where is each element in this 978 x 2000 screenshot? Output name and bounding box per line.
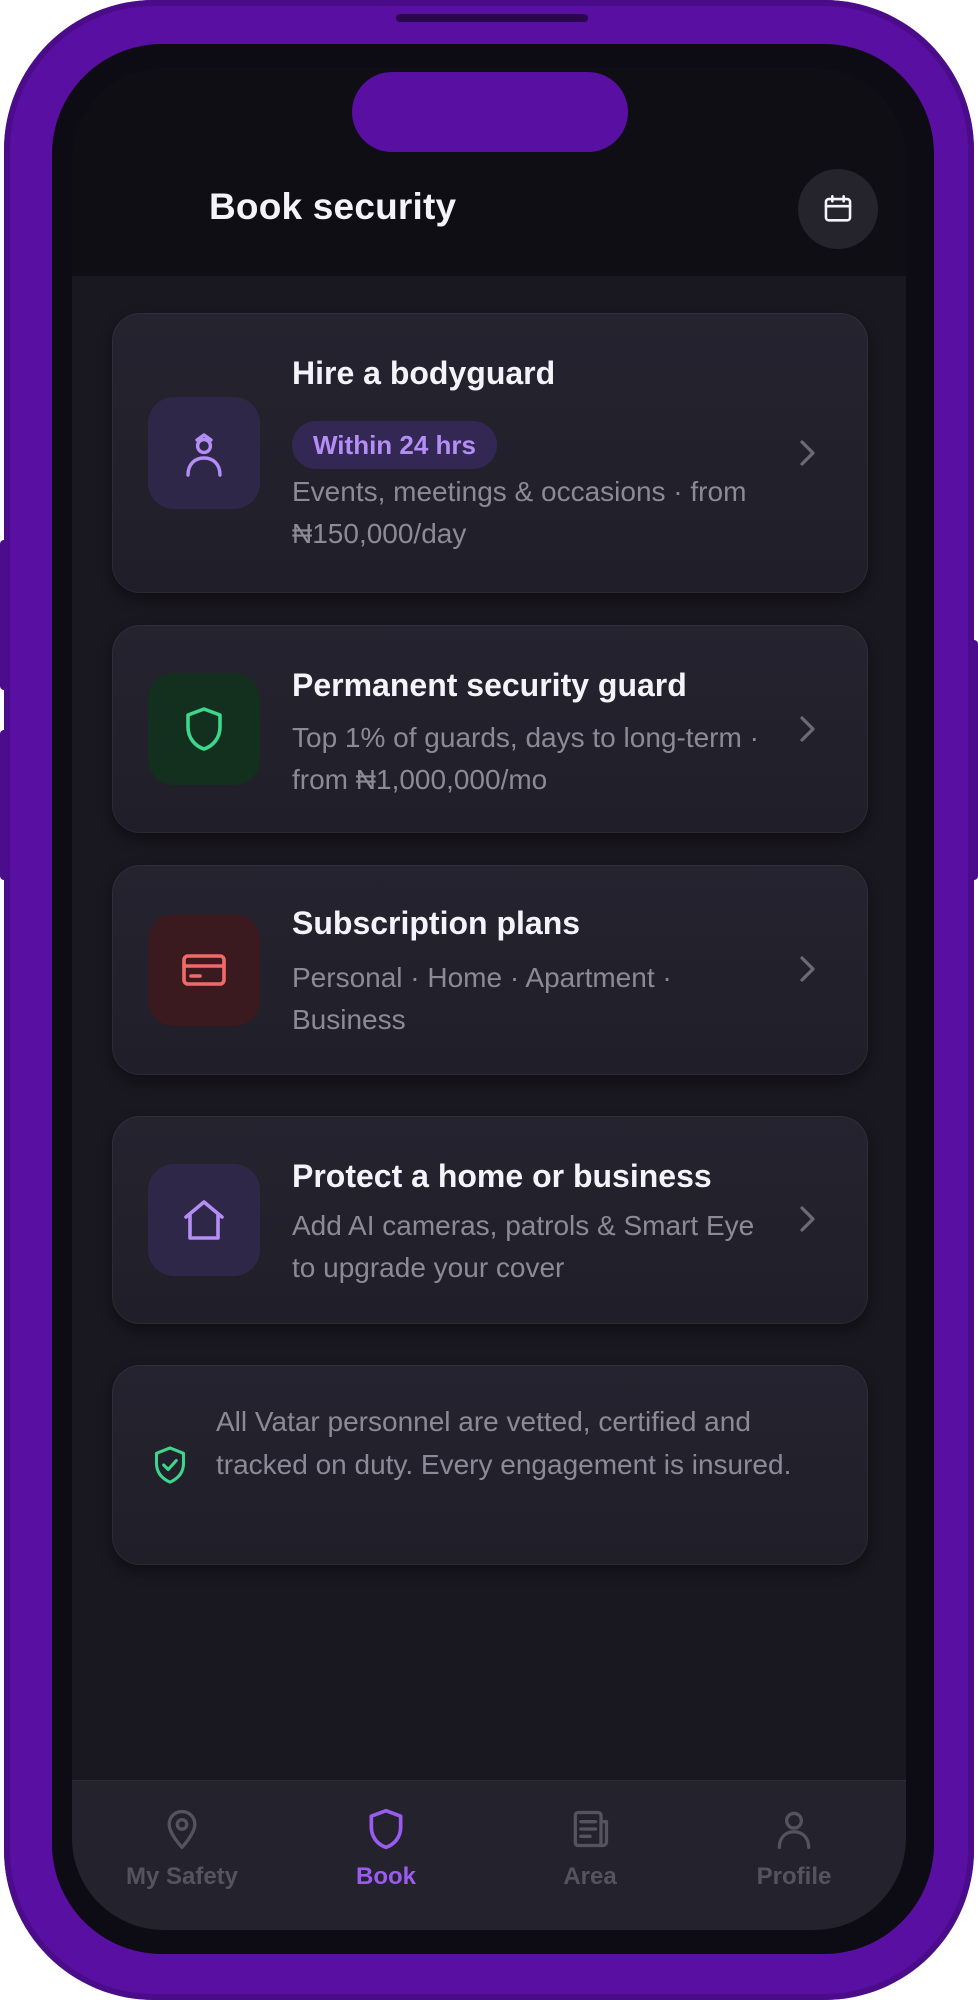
card-icon <box>182 954 226 986</box>
shield-icon <box>186 707 222 751</box>
availability-badge: Within 24 hrs <box>292 421 498 469</box>
card-subtitle: Add AI cameras, patrols & Smart Eye to u… <box>292 1210 755 1283</box>
person-icon <box>777 1811 811 1849</box>
bottom-tab-bar: My Safety Book Area Profile <box>72 1780 906 1930</box>
card-subtitle: Events, meetings & occasions · from ₦150… <box>292 476 747 549</box>
subscription-plans-card[interactable]: Subscription plans Personal · Home · Apa… <box>112 865 868 1075</box>
shield-icon <box>369 1808 403 1850</box>
tab-my-safety[interactable]: My Safety <box>92 1807 272 1891</box>
protect-home-card[interactable]: Protect a home or business Add AI camera… <box>112 1116 868 1324</box>
dynamic-island <box>352 72 628 152</box>
calendar-icon <box>824 194 852 222</box>
card-icon-tile <box>148 914 260 1026</box>
card-title: Protect a home or business <box>292 1158 712 1194</box>
vetting-notice: All Vatar personnel are vetted, certifie… <box>112 1365 868 1565</box>
tab-area[interactable]: Area <box>500 1807 680 1891</box>
volume-down-button <box>0 730 8 880</box>
location-pin-icon <box>167 1809 197 1849</box>
chevron-right-icon <box>800 440 815 466</box>
tab-label: Area <box>563 1863 617 1890</box>
permanent-guard-card[interactable]: Permanent security guard Top 1% of guard… <box>112 625 868 833</box>
calendar-button[interactable] <box>798 169 878 249</box>
volume-up-button <box>0 540 8 690</box>
newspaper-icon <box>573 1810 609 1848</box>
tab-book[interactable]: Book <box>296 1807 476 1891</box>
card-title: Permanent security guard <box>292 667 687 703</box>
shield-icon-tile <box>148 673 260 785</box>
card-subtitle: Top 1% of guards, days to long-term · fr… <box>292 722 759 795</box>
tab-profile[interactable]: Profile <box>704 1807 884 1891</box>
tab-label: Book <box>356 1863 416 1890</box>
card-title: Hire a bodyguard <box>292 355 556 391</box>
card-title: Subscription plans <box>292 905 581 941</box>
tab-label: Profile <box>756 1863 832 1890</box>
bodyguard-icon <box>186 433 222 477</box>
shield-check-icon <box>154 1446 186 1484</box>
chevron-right-icon <box>800 716 815 742</box>
tab-label: My Safety <box>125 1863 239 1890</box>
home-icon <box>184 1200 224 1240</box>
bodyguard-icon-tile <box>148 397 260 509</box>
page-title: Book security <box>209 186 457 227</box>
chevron-right-icon <box>800 956 815 982</box>
app-screen: Book security Hire a bodyguard Within 24… <box>72 68 906 1930</box>
speaker-slit <box>396 14 588 22</box>
power-button <box>970 640 978 880</box>
home-icon-tile <box>148 1164 260 1276</box>
card-subtitle: Personal · Home · Apartment · Business <box>292 962 672 1035</box>
chevron-right-icon <box>800 1206 815 1232</box>
hire-bodyguard-card[interactable]: Hire a bodyguard Within 24 hrs Events, m… <box>112 313 868 593</box>
notice-text: All Vatar personnel are vetted, certifie… <box>216 1406 792 1480</box>
